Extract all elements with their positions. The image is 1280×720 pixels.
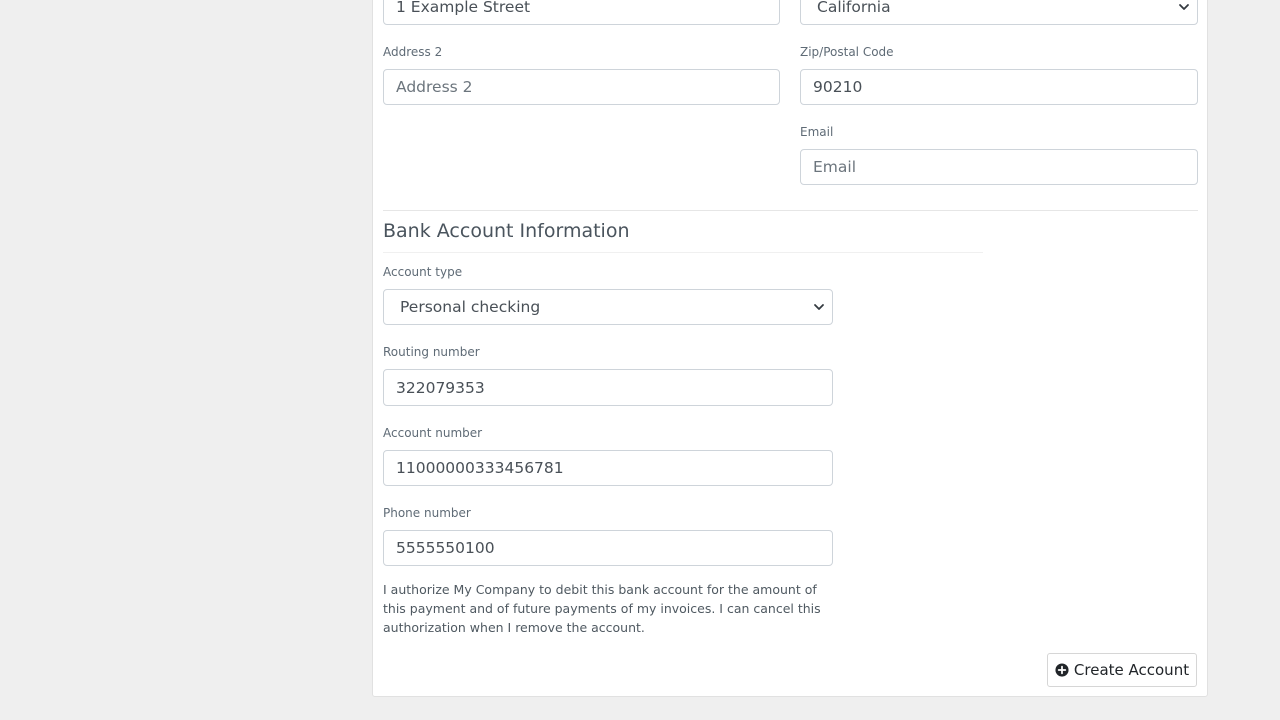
account-type-value: Personal checking [400,298,541,316]
email-input[interactable]: Email [800,149,1198,185]
zip-label: Zip/Postal Code [800,45,894,59]
account-type-select[interactable]: Personal checking [383,289,833,325]
account-number-label: Account number [383,426,483,440]
address2-input[interactable]: Address 2 [383,69,780,105]
email-label: Email [800,125,834,139]
bank-section-title: Bank Account Information [383,220,630,242]
authorization-text: I authorize My Company to debit this ban… [383,582,821,635]
address2-placeholder: Address 2 [396,78,473,96]
account-number-input[interactable]: 11000000333456781 [383,450,833,486]
routing-number-value: 322079353 [396,378,485,397]
account-number-value: 11000000333456781 [396,459,564,477]
state-value: California [817,0,891,16]
account-type-label: Account type [383,265,463,279]
section-divider [383,210,1198,211]
zip-input[interactable]: 90210 [800,69,1198,105]
state-select[interactable]: California [800,0,1198,25]
phone-number-label: Phone number [383,506,471,520]
section-title-underline [383,252,983,253]
chevron-down-icon [1179,3,1189,10]
email-placeholder: Email [813,158,857,176]
address1-value: 1 Example Street [396,0,531,16]
create-account-button[interactable]: Create Account [1047,653,1197,687]
create-account-label: Create Account [1073,661,1190,679]
phone-number-value: 5555550100 [396,539,495,557]
address2-label: Address 2 [383,45,443,59]
chevron-down-icon [814,304,824,310]
routing-number-label: Routing number [383,345,480,359]
address1-input[interactable]: 1 Example Street [383,0,780,25]
plus-circle-icon [1055,663,1069,677]
routing-number-input[interactable]: 322079353 [383,369,833,406]
zip-value: 90210 [813,78,863,96]
phone-number-input[interactable]: 5555550100 [383,530,833,566]
